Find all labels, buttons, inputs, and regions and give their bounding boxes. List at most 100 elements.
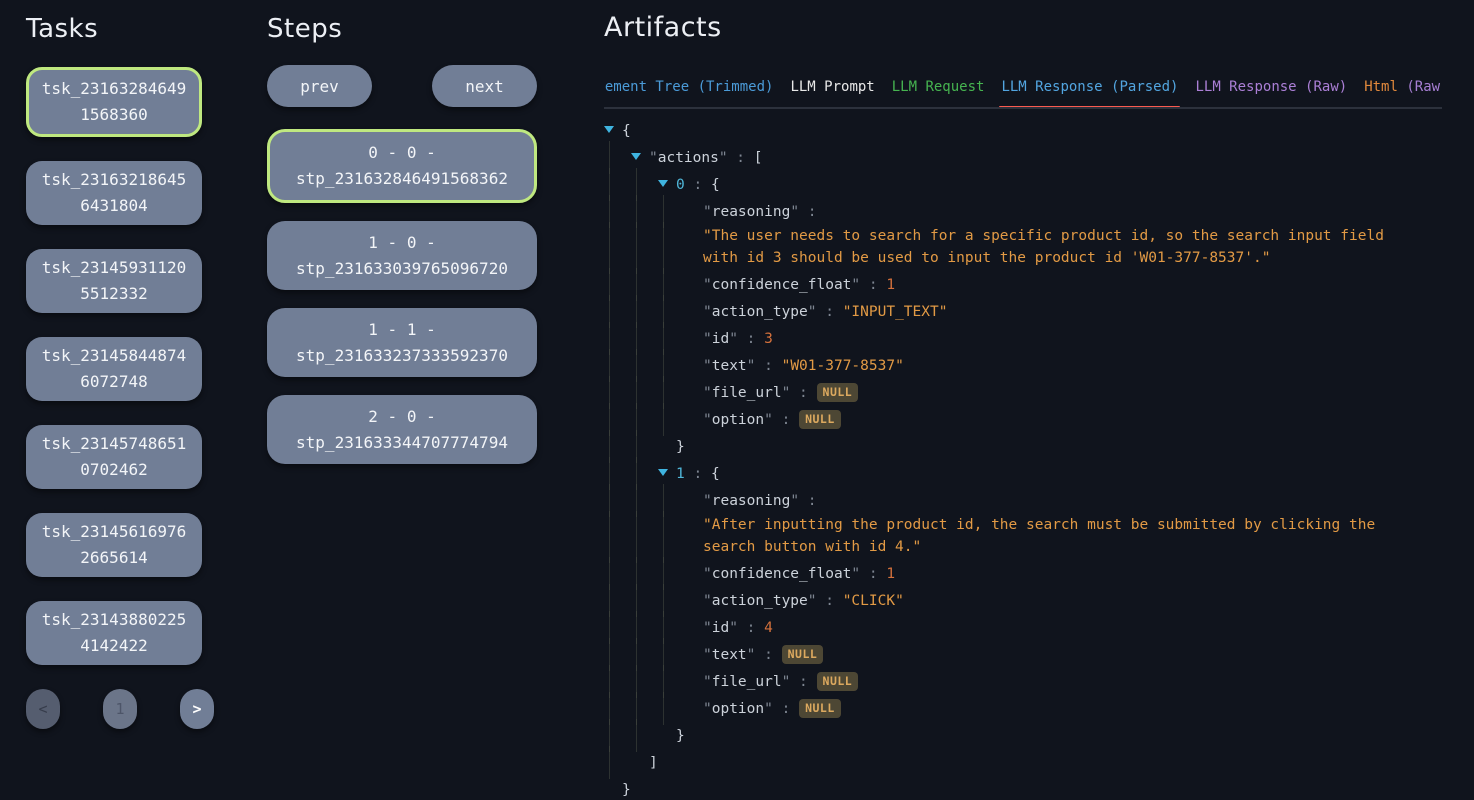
json-quote: "	[851, 277, 860, 293]
task-button[interactable]: tsk_231632846491568360	[26, 67, 202, 137]
json-key: action_type	[712, 593, 808, 609]
json-key: confidence_float	[712, 566, 852, 582]
task-button[interactable]: tsk_231459311205512332	[26, 249, 202, 313]
task-button[interactable]: tsk_231457486510702462	[26, 425, 202, 489]
json-quote: "	[703, 277, 712, 293]
indent-guide	[609, 746, 610, 779]
task-button[interactable]: tsk_231438802254142422	[26, 601, 202, 665]
json-key: file_url	[712, 674, 782, 690]
json-colon: :	[790, 674, 816, 690]
json-line: "text" : "W01-377-8537"	[604, 352, 1442, 379]
indent-guide	[609, 511, 610, 563]
json-quote: "	[703, 593, 712, 609]
steps-next-button[interactable]: next	[432, 65, 537, 107]
json-colon: :	[817, 593, 843, 609]
json-quote: "	[764, 701, 773, 717]
json-colon: :	[755, 358, 781, 374]
step-list: 0 - 0 - stp_231632846491568362 1 - 0 - st…	[267, 129, 537, 464]
json-colon: :	[799, 204, 816, 220]
artifacts-heading: Artifacts	[604, 12, 1442, 43]
step-button[interactable]: 2 - 0 - stp_231633344707774794	[267, 395, 537, 464]
json-quote: "	[649, 150, 658, 166]
json-line: 1 : {	[604, 460, 1442, 487]
json-punctuation: {	[711, 177, 720, 193]
json-punctuation: }	[676, 439, 685, 455]
json-null-badge: NULL	[799, 410, 841, 429]
json-quote: "	[808, 593, 817, 609]
steps-prev-button[interactable]: prev	[267, 65, 372, 107]
tab-llm-response-raw[interactable]: LLM Response (Raw)	[1195, 71, 1347, 107]
json-line: 0 : {	[604, 171, 1442, 198]
json-key: text	[712, 358, 747, 374]
json-quote: "	[729, 331, 738, 347]
json-punctuation: }	[622, 782, 631, 798]
json-key: confidence_float	[712, 277, 852, 293]
collapse-arrow-icon[interactable]	[631, 153, 641, 160]
steps-nav-row: prev next	[267, 65, 537, 107]
json-quote: "	[703, 647, 712, 663]
json-string-value: "The user needs to search for a specific…	[703, 228, 1384, 266]
json-colon: :	[860, 277, 886, 293]
artifact-tabs: Element Tree (Trimmed) LLM Prompt LLM Requ…	[604, 71, 1442, 109]
step-button[interactable]: 1 - 0 - stp_231633039765096720	[267, 221, 537, 290]
tab-llm-response-parsed[interactable]: LLM Response (Parsed)	[1001, 71, 1178, 107]
json-quote: "	[703, 674, 712, 690]
tab-html[interactable]: Html (Raw)	[1364, 71, 1442, 107]
json-colon: :	[790, 385, 816, 401]
collapse-arrow-icon[interactable]	[658, 180, 668, 187]
json-string-value: "After inputting the product id, the sea…	[703, 517, 1375, 555]
pagination-page-button[interactable]: 1	[103, 689, 137, 729]
json-key: option	[712, 412, 764, 428]
json-line: "reasoning" :	[604, 487, 1442, 514]
json-colon: :	[738, 620, 764, 636]
json-quote: "	[851, 566, 860, 582]
step-button[interactable]: 0 - 0 - stp_231632846491568362	[267, 129, 537, 203]
task-button[interactable]: tsk_231456169762665614	[26, 513, 202, 577]
tab-llm-prompt[interactable]: LLM Prompt	[790, 71, 874, 107]
steps-panel: Steps prev next 0 - 0 - stp_231632846491…	[267, 14, 537, 800]
json-null-badge: NULL	[799, 699, 841, 718]
collapse-arrow-icon[interactable]	[604, 126, 614, 133]
collapse-arrow-icon[interactable]	[658, 469, 668, 476]
json-quote: "	[703, 331, 712, 347]
indent-guide	[636, 719, 637, 752]
json-null-badge: NULL	[782, 645, 824, 664]
tasks-panel: Tasks tsk_231632846491568360tsk_23163218…	[26, 14, 202, 800]
json-key: option	[712, 701, 764, 717]
tab-llm-request[interactable]: LLM Request	[892, 71, 985, 107]
json-line: "confidence_float" : 1	[604, 560, 1442, 587]
task-list: tsk_231632846491568360 tsk_23163218645643…	[26, 67, 202, 665]
json-quote: "	[703, 385, 712, 401]
json-quote: "	[764, 412, 773, 428]
json-line: "The user needs to search for a specific…	[604, 225, 1442, 271]
task-button[interactable]: tsk_231632186456431804	[26, 161, 202, 225]
json-colon: :	[773, 701, 799, 717]
indent-guide	[663, 692, 664, 725]
pagination-prev-button[interactable]: <	[26, 689, 60, 729]
json-line: "action_type" : "CLICK"	[604, 587, 1442, 614]
json-colon: :	[755, 647, 781, 663]
json-quote: "	[782, 674, 791, 690]
tab-element-tree-trimmed[interactable]: Element Tree (Trimmed)	[604, 71, 773, 107]
json-line: "file_url" : NULL	[604, 668, 1442, 695]
task-button[interactable]: tsk_231458448746072748	[26, 337, 202, 401]
step-button[interactable]: 1 - 1 - stp_231633237333592370	[267, 308, 537, 377]
json-punctuation: {	[622, 123, 631, 139]
json-quote: "	[703, 304, 712, 320]
json-line: }	[604, 722, 1442, 749]
json-quote: "	[703, 493, 712, 509]
json-null-badge: NULL	[817, 672, 859, 691]
json-key: text	[712, 647, 747, 663]
artifacts-panel: Artifacts Element Tree (Trimmed) LLM Prom…	[604, 12, 1442, 800]
json-string-value: "INPUT_TEXT"	[843, 304, 948, 320]
tab-label: LLM Response (Parsed)	[1001, 79, 1178, 95]
json-quote: "	[703, 358, 712, 374]
json-key: id	[712, 620, 729, 636]
pagination-next-button[interactable]: >	[180, 689, 214, 729]
json-number-value: 4	[764, 620, 773, 636]
tab-label: LLM Response (Raw)	[1195, 79, 1347, 95]
json-line: "reasoning" :	[604, 198, 1442, 225]
json-key: file_url	[712, 385, 782, 401]
json-line: "text" : NULL	[604, 641, 1442, 668]
json-line: "id" : 3	[604, 325, 1442, 352]
